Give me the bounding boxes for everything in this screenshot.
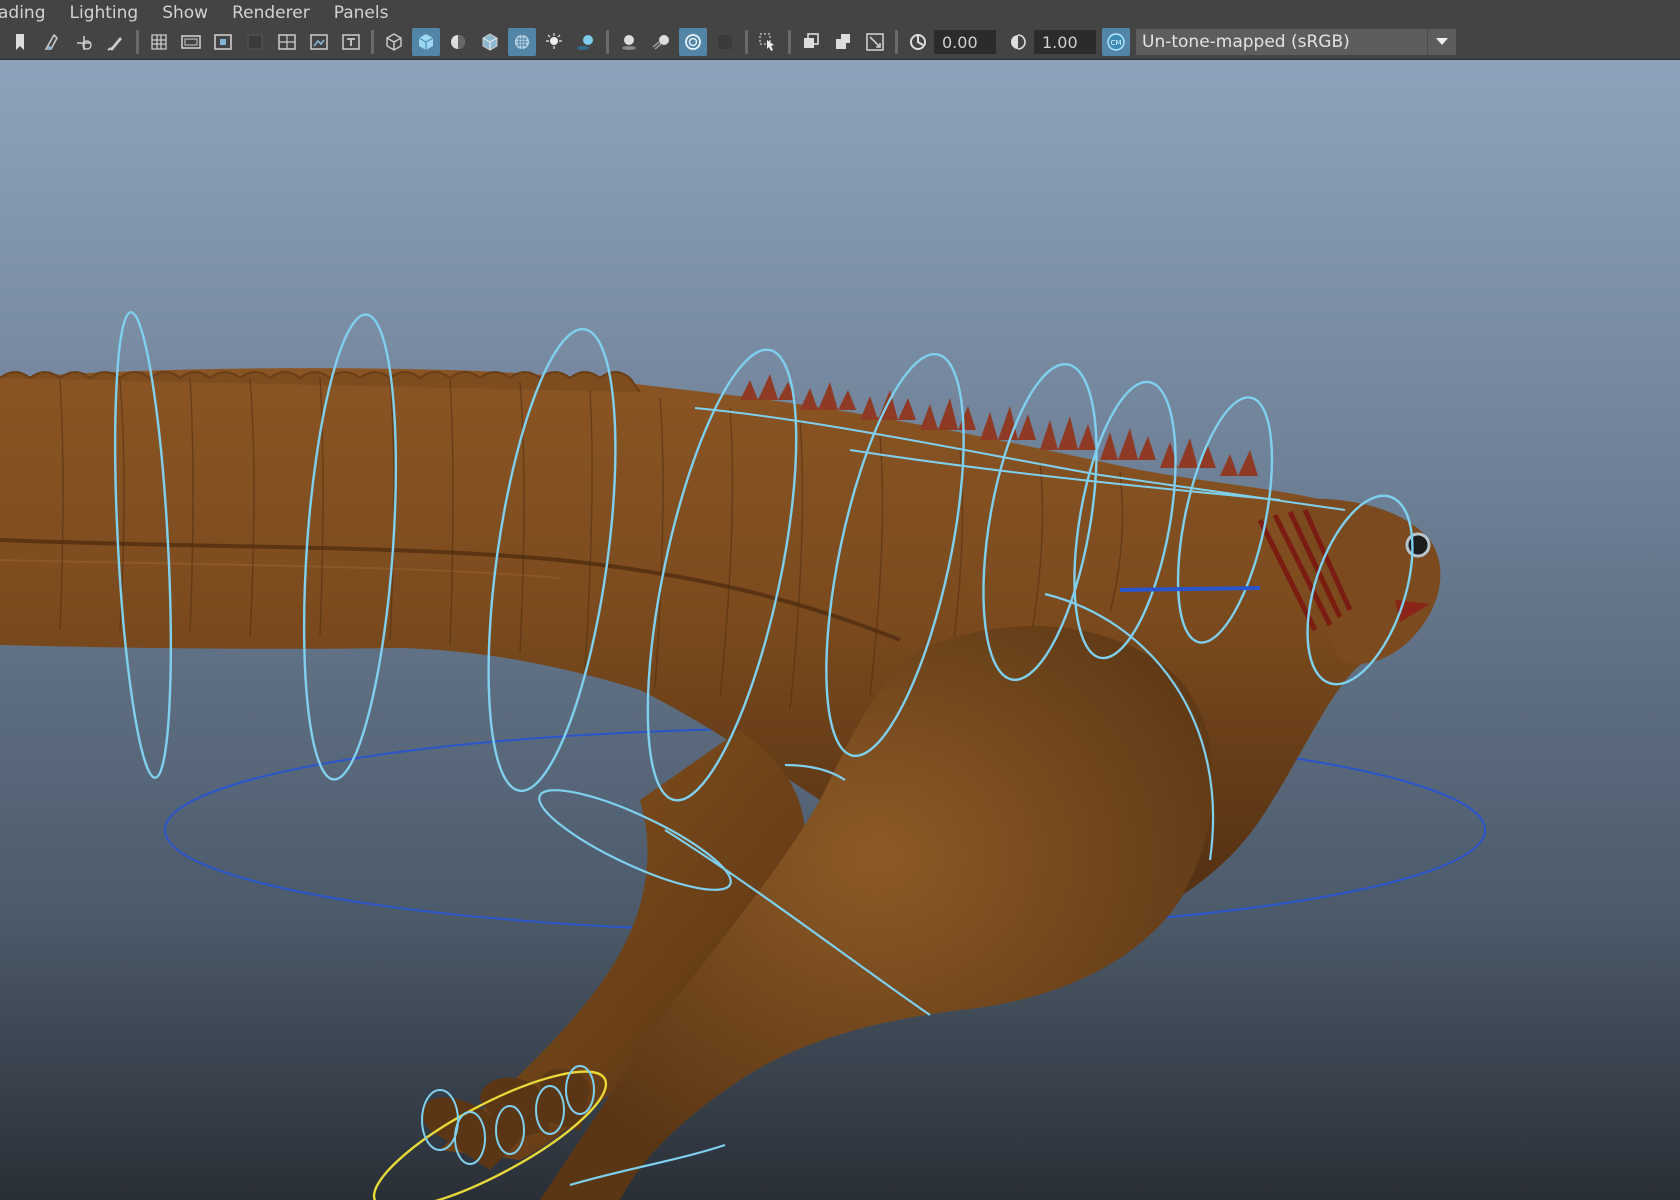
camera-attribute-icon[interactable] — [38, 28, 66, 56]
menu-renderer[interactable]: Renderer — [220, 3, 322, 23]
toolbar-separator — [788, 30, 791, 54]
exposure-icon[interactable] — [904, 28, 932, 56]
shadows-icon[interactable] — [572, 28, 600, 56]
tumble-icon[interactable] — [70, 28, 98, 56]
toolbar-separator — [136, 30, 139, 54]
film-gate-icon[interactable] — [177, 28, 205, 56]
toolbar-separator — [895, 30, 898, 54]
depth-of-field-icon[interactable] — [711, 28, 739, 56]
menu-bar: ading Lighting Show Renderer Panels — [0, 0, 1680, 25]
field-chart-icon[interactable] — [273, 28, 301, 56]
xray-icon[interactable] — [508, 28, 536, 56]
toolbar-separator — [606, 30, 609, 54]
toolbar-separator — [371, 30, 374, 54]
ambient-occlusion-icon[interactable] — [615, 28, 643, 56]
resolution-gate-icon[interactable] — [209, 28, 237, 56]
scene-render — [0, 311, 1486, 1200]
menu-show[interactable]: Show — [150, 3, 220, 23]
gate-mask-icon[interactable] — [241, 28, 269, 56]
paint-icon[interactable] — [102, 28, 130, 56]
wireframe-icon[interactable] — [380, 28, 408, 56]
menu-lighting[interactable]: Lighting — [58, 3, 151, 23]
antialias-icon[interactable] — [679, 28, 707, 56]
toolbar-separator — [745, 30, 748, 54]
safe-action-icon[interactable] — [305, 28, 333, 56]
xray-joints-icon[interactable] — [797, 28, 825, 56]
xray-active-icon[interactable] — [829, 28, 857, 56]
gamma-field[interactable] — [1034, 30, 1096, 54]
safe-title-icon[interactable] — [337, 28, 365, 56]
panel-toolbar: CM Un-tone-mapped (sRGB) — [0, 25, 1680, 60]
bookmark-icon[interactable] — [6, 28, 34, 56]
menu-panels[interactable]: Panels — [322, 3, 401, 23]
3d-viewport[interactable] — [0, 60, 1680, 1200]
lights-icon[interactable] — [540, 28, 568, 56]
grid-icon[interactable] — [145, 28, 173, 56]
menu-shading[interactable]: ading — [0, 3, 58, 23]
chevron-down-icon[interactable] — [1427, 29, 1456, 55]
eye — [1405, 532, 1431, 558]
exposure-field[interactable] — [934, 30, 996, 54]
shade-wireframe-icon[interactable] — [444, 28, 472, 56]
hip-control[interactable] — [1119, 586, 1261, 592]
backface-icon[interactable] — [861, 28, 889, 56]
color-management-icon[interactable]: CM — [1102, 28, 1130, 56]
color-space-label: Un-tone-mapped (sRGB) — [1142, 32, 1350, 52]
isolate-select-icon[interactable] — [754, 28, 782, 56]
textured-icon[interactable] — [476, 28, 504, 56]
svg-text:CM: CM — [1111, 39, 1122, 47]
gamma-icon[interactable] — [1004, 28, 1032, 56]
color-space-dropdown[interactable]: Un-tone-mapped (sRGB) — [1136, 29, 1456, 55]
smooth-shade-icon[interactable] — [412, 28, 440, 56]
motion-blur-icon[interactable] — [647, 28, 675, 56]
